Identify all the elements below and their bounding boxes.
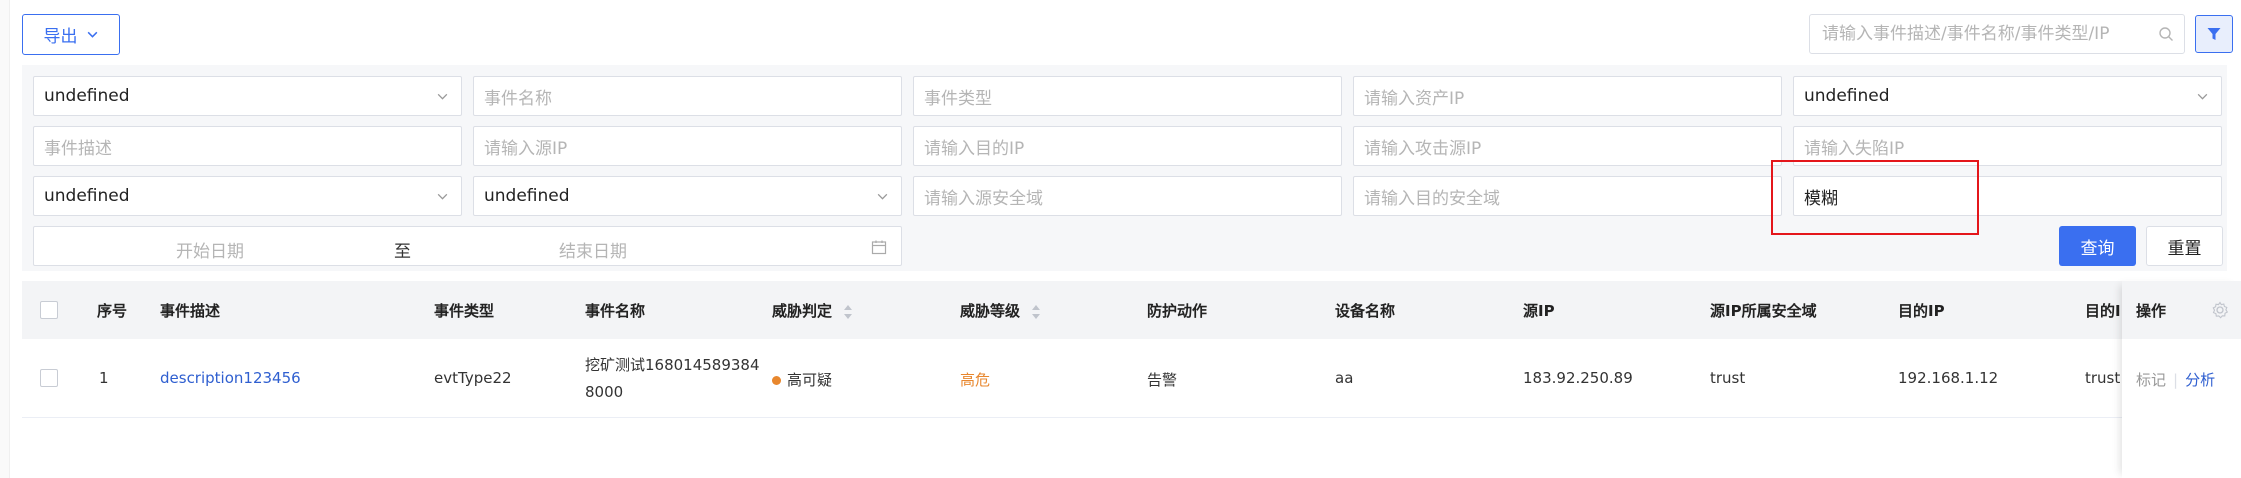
victim-ip-input[interactable]: 请输入失陷IP xyxy=(1793,126,2222,166)
cell-event-type: evtType22 xyxy=(434,369,512,387)
col-threat-judgment-label: 威胁判定 xyxy=(772,302,833,320)
cell-dst-ip: 192.168.1.12 xyxy=(1898,369,1999,387)
select-filter-1[interactable]: undefined xyxy=(33,76,462,116)
filter-toggle-button[interactable] xyxy=(2195,15,2233,53)
chevron-down-icon xyxy=(2197,93,2208,100)
match-mode-input[interactable]: 模糊 xyxy=(1793,176,2222,216)
row-actions: 标记 | 分析 xyxy=(2136,369,2215,390)
col-threat-level-label: 威胁等级 xyxy=(960,302,1021,320)
event-type-placeholder: 事件类型 xyxy=(924,88,992,109)
query-button[interactable]: 查询 xyxy=(2059,226,2136,266)
select-all-checkbox[interactable] xyxy=(40,301,58,319)
start-date[interactable]: 开始日期 xyxy=(176,237,244,262)
select-filter-2-value: undefined xyxy=(1804,86,1890,106)
event-desc-placeholder: 事件描述 xyxy=(44,138,112,159)
page: 导出 undefined 事件名称 事件类型 请输入资产IP undefined… xyxy=(0,0,2241,478)
col-src-zone: 源IP所属安全域 xyxy=(1710,302,1817,320)
select-filter-3[interactable]: undefined xyxy=(33,176,462,216)
export-button[interactable]: 导出 xyxy=(22,14,120,55)
cell-event-desc-link[interactable]: description123456 xyxy=(160,369,301,387)
cell-threat-judgment-text: 高可疑 xyxy=(787,371,833,389)
col-event-type: 事件类型 xyxy=(434,302,495,320)
asset-ip-input[interactable]: 请输入资产IP xyxy=(1353,76,1782,116)
sort-icon[interactable] xyxy=(843,304,853,320)
attack-src-ip-placeholder: 请输入攻击源IP xyxy=(1364,138,1482,159)
dst-zone-input[interactable]: 请输入目的安全域 xyxy=(1353,176,1782,216)
col-dst-zone: 目的II xyxy=(2085,302,2127,320)
gear-icon[interactable] xyxy=(2211,301,2229,319)
src-zone-input[interactable]: 请输入源安全域 xyxy=(913,176,1342,216)
src-ip-input[interactable]: 请输入源IP xyxy=(473,126,902,166)
chevron-down-icon xyxy=(877,193,888,200)
filter-icon xyxy=(2207,28,2221,40)
search-icon[interactable] xyxy=(2148,26,2184,42)
operations-column: 操作 标记 | 分析 xyxy=(2122,281,2241,478)
analyze-link[interactable]: 分析 xyxy=(2185,371,2215,389)
event-name-placeholder: 事件名称 xyxy=(484,88,552,109)
select-filter-4[interactable]: undefined xyxy=(473,176,902,216)
select-filter-2[interactable]: undefined xyxy=(1793,76,2222,116)
dst-ip-placeholder: 请输入目的IP xyxy=(924,138,1025,159)
select-filter-3-value: undefined xyxy=(44,186,130,206)
col-threat-level[interactable]: 威胁等级 xyxy=(960,300,1041,321)
left-edge-strip xyxy=(0,0,10,478)
end-date[interactable]: 结束日期 xyxy=(559,237,627,262)
calendar-icon xyxy=(871,240,887,255)
asset-ip-placeholder: 请输入资产IP xyxy=(1364,88,1465,109)
cell-dst-zone: trust xyxy=(2085,369,2121,387)
row-checkbox[interactable] xyxy=(40,369,58,387)
cell-src-ip: 183.92.250.89 xyxy=(1523,369,1633,387)
select-filter-1-value: undefined xyxy=(44,86,130,106)
victim-ip-placeholder: 请输入失陷IP xyxy=(1804,138,1905,159)
cell-index: 1 xyxy=(99,369,109,387)
mark-link[interactable]: 标记 xyxy=(2136,371,2166,389)
select-filter-4-value: undefined xyxy=(484,186,570,206)
cell-event-name-line1: 挖矿测试168014589384 xyxy=(585,356,760,374)
dst-ip-input[interactable]: 请输入目的IP xyxy=(913,126,1342,166)
search-box[interactable] xyxy=(1809,14,2185,54)
table-row[interactable]: 1 description123456 evtType22 挖矿测试168014… xyxy=(22,339,2241,418)
sort-icon[interactable] xyxy=(1031,304,1041,320)
status-dot-icon xyxy=(772,376,781,385)
col-dst-ip: 目的IP xyxy=(1898,302,1945,320)
col-protect-action: 防护动作 xyxy=(1147,302,1208,320)
chevron-down-icon xyxy=(87,31,97,38)
cell-threat-level: 高危 xyxy=(960,371,991,389)
operations-header: 操作 xyxy=(2122,281,2241,339)
action-divider: | xyxy=(2173,371,2179,389)
chevron-down-icon xyxy=(437,93,448,100)
col-device-name: 设备名称 xyxy=(1335,302,1396,320)
cell-src-zone: trust xyxy=(1710,369,1746,387)
cell-protect-action: 告警 xyxy=(1147,371,1178,389)
attack-src-ip-input[interactable]: 请输入攻击源IP xyxy=(1353,126,1782,166)
export-label: 导出 xyxy=(43,27,78,47)
match-mode-value: 模糊 xyxy=(1804,188,1838,209)
cell-device-name: aa xyxy=(1335,369,1354,387)
col-index: 序号 xyxy=(97,302,128,320)
col-src-ip: 源IP xyxy=(1523,302,1555,320)
reset-button[interactable]: 重置 xyxy=(2146,226,2223,266)
src-zone-placeholder: 请输入源安全域 xyxy=(924,188,1043,209)
search-input[interactable] xyxy=(1810,15,2148,53)
event-desc-input[interactable]: 事件描述 xyxy=(33,126,462,166)
cell-threat-judgment: 高可疑 xyxy=(772,369,832,390)
event-name-input[interactable]: 事件名称 xyxy=(473,76,902,116)
chevron-down-icon xyxy=(437,193,448,200)
table-header: 序号 事件描述 事件类型 事件名称 威胁判定 威胁等级 防护动作 设备名称 源I… xyxy=(22,281,2241,339)
date-range-picker[interactable]: 开始日期 至 结束日期 xyxy=(33,226,902,266)
dst-zone-placeholder: 请输入目的安全域 xyxy=(1364,188,1500,209)
date-separator: 至 xyxy=(394,242,411,262)
col-event-name: 事件名称 xyxy=(585,302,646,320)
event-type-input[interactable]: 事件类型 xyxy=(913,76,1342,116)
col-operations: 操作 xyxy=(2136,302,2167,320)
cell-event-name-line2: 8000 xyxy=(585,383,624,401)
col-threat-judgment[interactable]: 威胁判定 xyxy=(772,300,853,321)
src-ip-placeholder: 请输入源IP xyxy=(484,138,568,159)
col-event-desc: 事件描述 xyxy=(160,302,221,320)
